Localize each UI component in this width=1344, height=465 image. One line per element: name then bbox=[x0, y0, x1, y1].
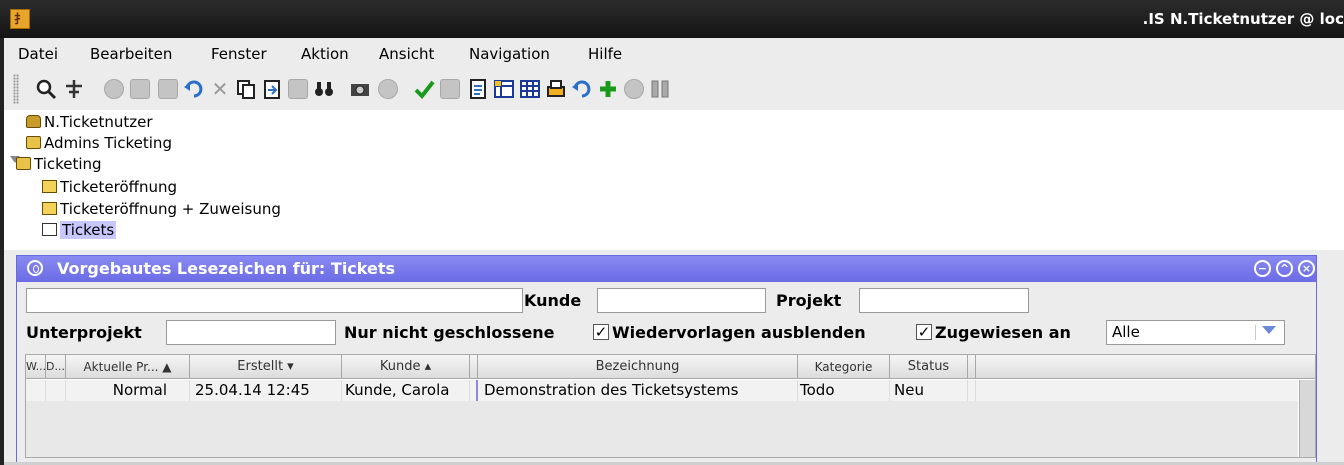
nur-nicht-geschlossene-label: Nur nicht geschlossene bbox=[344, 323, 555, 342]
toolbar: ✕ bbox=[0, 68, 1344, 110]
print-icon[interactable] bbox=[544, 77, 568, 101]
document-icon[interactable] bbox=[466, 77, 490, 101]
zugewiesen-label: Zugewiesen an bbox=[935, 323, 1071, 342]
col-header-d[interactable]: D... bbox=[46, 355, 66, 379]
star-doc-icon bbox=[42, 180, 57, 193]
chevron-down-icon[interactable] bbox=[1262, 326, 1276, 334]
cell-bezeichnung: Demonstration des Ticketsystems bbox=[478, 380, 798, 401]
menu-hilfe[interactable]: Hilfe bbox=[588, 45, 622, 63]
copy-icon[interactable] bbox=[234, 77, 258, 101]
vertical-scrollbar[interactable] bbox=[1299, 380, 1315, 457]
edit-icon[interactable] bbox=[156, 77, 180, 101]
tree-node-ticketeroeffnung-zuweisung[interactable]: Ticketeröffnung + Zuweisung bbox=[42, 199, 281, 219]
wiedervorlagen-checkbox[interactable]: ✓ bbox=[916, 324, 932, 340]
title-bar: 扌 .IS N.Ticketnutzer @ loc bbox=[0, 0, 1344, 38]
menu-aktion[interactable]: Aktion bbox=[301, 45, 349, 63]
search-icon[interactable] bbox=[34, 77, 58, 101]
col-header-w[interactable]: W... bbox=[26, 355, 46, 379]
redo-icon[interactable] bbox=[570, 77, 594, 101]
menu-bar: Datei Bearbeiten Fenster Aktion Ansicht … bbox=[0, 38, 1344, 68]
unterprojekt-field[interactable] bbox=[166, 320, 336, 345]
col-header-bezeichnung[interactable]: Bezeichnung bbox=[478, 355, 798, 379]
cell-spacer bbox=[470, 380, 478, 401]
collapse-icon[interactable]: ^ bbox=[1276, 260, 1293, 277]
col-header-kategorie[interactable]: Kategorie bbox=[798, 355, 890, 379]
binoculars-icon[interactable] bbox=[312, 77, 336, 101]
table-row[interactable]: Normal 25.04.14 12:45 Kunde, Carola Demo… bbox=[26, 380, 1298, 401]
col-header-kunde[interactable]: Kunde ▴ bbox=[342, 355, 470, 379]
cut-icon[interactable]: ✕ bbox=[208, 77, 232, 101]
col-header-spacer[interactable] bbox=[470, 355, 478, 379]
info-icon[interactable] bbox=[102, 77, 126, 101]
lock-icon bbox=[26, 115, 41, 128]
app-logo-icon: 扌 bbox=[10, 9, 30, 29]
wiedervorlagen-label: Wiedervorlagen ausblenden bbox=[612, 323, 866, 342]
table-add-icon[interactable] bbox=[492, 77, 516, 101]
bookmark-doc-icon bbox=[42, 223, 57, 236]
tree-node-admins-ticketing[interactable]: Admins Ticketing bbox=[26, 133, 172, 153]
nur-nicht-geschlossene-checkbox[interactable]: ✓ bbox=[593, 324, 609, 340]
minimize-icon[interactable]: − bbox=[1254, 260, 1271, 277]
pin-icon[interactable] bbox=[27, 260, 43, 276]
cell-erstellt: 25.04.14 12:45 bbox=[190, 380, 342, 401]
table-empty-area bbox=[26, 401, 1298, 457]
tree-node-tickets[interactable]: Tickets bbox=[42, 220, 117, 240]
menu-datei[interactable]: Datei bbox=[18, 45, 58, 63]
cell-prioritaet: Normal bbox=[66, 380, 190, 401]
back-icon[interactable] bbox=[376, 77, 400, 101]
cell-end bbox=[968, 380, 976, 401]
calendar-icon[interactable] bbox=[438, 77, 462, 101]
columns-icon[interactable] bbox=[648, 77, 672, 101]
col-header-aktuelle-prioritaet[interactable]: Aktuelle Pr... ▲ bbox=[66, 355, 190, 379]
zugewiesen-value: Alle bbox=[1112, 323, 1140, 341]
col-header-status[interactable]: Status bbox=[890, 355, 968, 379]
add-icon[interactable] bbox=[596, 77, 620, 101]
cell-w bbox=[26, 380, 46, 401]
folder-icon[interactable] bbox=[128, 77, 152, 101]
zugewiesen-select[interactable]: Alle bbox=[1106, 320, 1285, 345]
close-icon[interactable]: × bbox=[1298, 260, 1315, 277]
projekt-field[interactable] bbox=[859, 288, 1029, 313]
window-title: .IS N.Ticketnutzer @ loc bbox=[1142, 10, 1344, 28]
panel-title: Vorgebautes Lesezeichen für: Tickets bbox=[57, 259, 396, 278]
kunde-label: Kunde bbox=[524, 291, 582, 310]
cell-d bbox=[46, 380, 66, 401]
combo-divider bbox=[1255, 325, 1256, 340]
navigate-icon[interactable] bbox=[62, 77, 86, 101]
search-input[interactable] bbox=[26, 288, 523, 313]
col-header-end[interactable] bbox=[968, 355, 976, 379]
panel-header: Vorgebautes Lesezeichen für: Tickets − ^… bbox=[17, 256, 1316, 282]
navigation-tree: N.Ticketnutzer Admins Ticketing Ticketin… bbox=[4, 110, 1344, 250]
application-window: 扌 .IS N.Ticketnutzer @ loc Datei Bearbei… bbox=[0, 0, 1344, 465]
check-icon[interactable] bbox=[412, 77, 436, 101]
menu-ansicht[interactable]: Ansicht bbox=[379, 45, 434, 63]
cell-status: Neu bbox=[890, 380, 968, 401]
folder-open-icon bbox=[16, 157, 31, 170]
menu-navigation[interactable]: Navigation bbox=[469, 45, 550, 63]
table-header: W... D... Aktuelle Pr... ▲ Erstellt ▾ Ku… bbox=[26, 355, 1315, 379]
star-doc-icon bbox=[42, 202, 57, 215]
undo-icon[interactable] bbox=[182, 77, 206, 101]
stop-icon[interactable] bbox=[622, 77, 646, 101]
tree-node-ticketing[interactable]: Ticketing bbox=[16, 154, 102, 174]
kunde-field[interactable] bbox=[597, 288, 766, 313]
unterprojekt-label: Unterprojekt bbox=[26, 323, 142, 342]
bookmark-panel: Vorgebautes Lesezeichen für: Tickets − ^… bbox=[16, 255, 1317, 463]
projekt-label: Projekt bbox=[776, 291, 842, 310]
menu-bearbeiten[interactable]: Bearbeiten bbox=[90, 45, 172, 63]
paste-icon[interactable] bbox=[260, 77, 284, 101]
cell-kategorie: Todo bbox=[798, 380, 890, 401]
toolbar-grip[interactable] bbox=[13, 74, 19, 104]
clipboard-icon[interactable] bbox=[286, 77, 310, 101]
cell-kunde: Kunde, Carola bbox=[342, 380, 470, 401]
tree-node-ticketeroeffnung[interactable]: Ticketeröffnung bbox=[42, 177, 177, 197]
table-icon[interactable] bbox=[518, 77, 542, 101]
tree-node-n-ticketnutzer[interactable]: N.Ticketnutzer bbox=[26, 112, 153, 132]
menu-fenster[interactable]: Fenster bbox=[211, 45, 267, 63]
folder-icon bbox=[26, 136, 41, 149]
col-header-erstellt[interactable]: Erstellt ▾ bbox=[190, 355, 342, 379]
tickets-table: W... D... Aktuelle Pr... ▲ Erstellt ▾ Ku… bbox=[25, 354, 1316, 458]
camera-icon[interactable] bbox=[348, 77, 372, 101]
